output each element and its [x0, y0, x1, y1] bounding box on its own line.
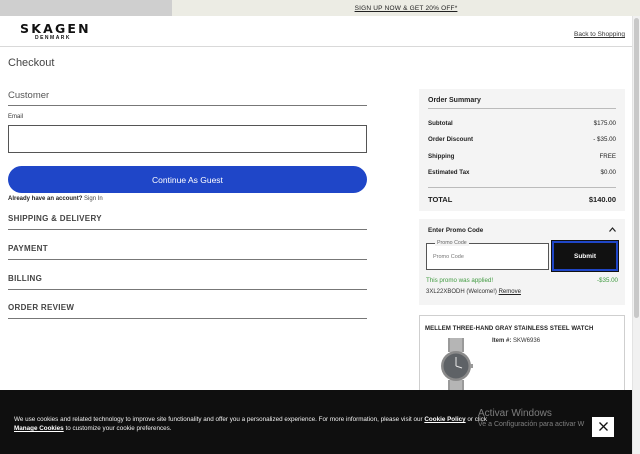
summary-row-tax: Estimated Tax $0.00 — [428, 165, 616, 182]
windows-activation-watermark: Activar Windows Ve a Configuración para … — [478, 408, 584, 428]
cookie-text-after: to customize your cookie preferences. — [65, 425, 172, 432]
total-label: TOTAL — [428, 195, 453, 204]
logo-sub: DENMARK — [34, 35, 72, 41]
cookie-text: We use cookies and related technology to… — [14, 415, 494, 433]
watermark-sub: Ve a Configuración para activar W — [478, 421, 585, 428]
promo-applied-text: This promo was applied! — [426, 277, 494, 284]
account-prompt-text: Already have an account? — [8, 196, 83, 202]
item-sku-label: Item #: — [492, 338, 512, 344]
chevron-up-icon[interactable] — [609, 227, 616, 234]
total-value: $140.00 — [588, 195, 616, 204]
summary-label: Subtotal — [428, 119, 453, 127]
promo-bar-right[interactable]: SIGN UP NOW & GET 20% OFF* — [172, 0, 640, 16]
promo-applied-message: This promo was applied! -$35.00 — [426, 277, 618, 284]
promo-heading: Enter Promo Code — [428, 227, 484, 234]
item-sku: Item #: SKW6936 — [492, 338, 540, 344]
promo-signup-link[interactable]: SIGN UP NOW & GET 20% OFF* — [355, 5, 458, 12]
promo-bar: SIGN UP NOW & GET 20% OFF* — [0, 0, 640, 16]
summary-label: Order Discount — [428, 136, 474, 144]
summary-row-subtotal: Subtotal $175.00 — [428, 115, 616, 132]
page-title: Checkout — [8, 57, 55, 69]
promo-applied-amount: -$35.00 — [597, 277, 618, 284]
summary-divider — [428, 187, 616, 188]
scrollbar-thumb[interactable] — [634, 18, 639, 318]
step-billing[interactable]: BILLING — [8, 274, 367, 290]
summary-value: - $35.00 — [593, 136, 616, 144]
promo-field-label: Promo Code — [435, 240, 469, 246]
summary-row-shipping: Shipping FREE — [428, 148, 616, 165]
cart-item-card: MELLEM THREE-HAND GRAY STAINLESS STEEL W… — [419, 315, 625, 395]
customer-section: Customer — [8, 90, 367, 106]
applied-code: 3XL22XBODH (Welcome!) — [426, 289, 497, 295]
summary-row-discount: Order Discount - $35.00 — [428, 132, 616, 149]
watch-image — [428, 338, 484, 394]
customer-heading: Customer — [8, 90, 367, 106]
summary-value: FREE — [599, 152, 616, 160]
item-name: MELLEM THREE-HAND GRAY STAINLESS STEEL W… — [425, 326, 594, 332]
cookie-text-before: We use cookies and related technology to… — [14, 416, 423, 423]
page-scrollbar[interactable] — [632, 16, 640, 454]
back-to-shopping-link[interactable]: Back to Shopping — [574, 31, 625, 38]
watermark-title: Activar Windows — [478, 408, 552, 419]
sign-in-link[interactable]: Sign In — [84, 196, 103, 202]
step-shipping-delivery[interactable]: SHIPPING & DELIVERY — [8, 214, 367, 230]
cookie-policy-link[interactable]: Cookie Policy — [424, 416, 465, 423]
manage-cookies-link[interactable]: Manage Cookies — [14, 425, 64, 432]
promo-header[interactable]: Enter Promo Code — [428, 219, 616, 234]
summary-total: TOTAL $140.00 — [428, 195, 616, 204]
email-field[interactable] — [8, 125, 367, 153]
order-summary: Order Summary Subtotal $175.00 Order Dis… — [419, 89, 625, 211]
promo-submit-button[interactable]: Submit — [551, 240, 619, 272]
summary-value: $0.00 — [600, 169, 616, 177]
promo-placeholder: Promo Code — [433, 254, 464, 260]
logo-brand: SKAGEN — [20, 21, 91, 36]
cookie-close-button[interactable] — [592, 417, 614, 437]
step-order-review[interactable]: ORDER REVIEW — [8, 303, 367, 319]
summary-label: Shipping — [428, 152, 455, 160]
close-icon — [598, 418, 608, 436]
account-prompt: Already have an account? Sign In — [8, 196, 103, 202]
promo-code-input[interactable]: Promo Code Promo Code — [426, 240, 549, 270]
summary-value: $175.00 — [593, 119, 616, 127]
site-header: SKAGEN DENMARK Back to Shopping — [0, 16, 632, 47]
applied-code-line: 3XL22XBODH (Welcome!) Remove — [426, 289, 521, 295]
step-payment[interactable]: PAYMENT — [8, 244, 367, 260]
cookie-banner: We use cookies and related technology to… — [0, 390, 632, 454]
skagen-logo[interactable]: SKAGEN DENMARK — [20, 21, 91, 42]
summary-label: Estimated Tax — [428, 169, 470, 177]
promo-bar-left — [0, 0, 172, 16]
email-label: Email — [8, 114, 24, 120]
continue-as-guest-button[interactable]: Continue As Guest — [8, 166, 367, 193]
item-sku-value: SKW6936 — [513, 338, 541, 344]
promo-section: Enter Promo Code Promo Code Promo Code S… — [419, 219, 625, 305]
order-summary-title: Order Summary — [428, 89, 616, 109]
remove-promo-link[interactable]: Remove — [499, 289, 521, 295]
